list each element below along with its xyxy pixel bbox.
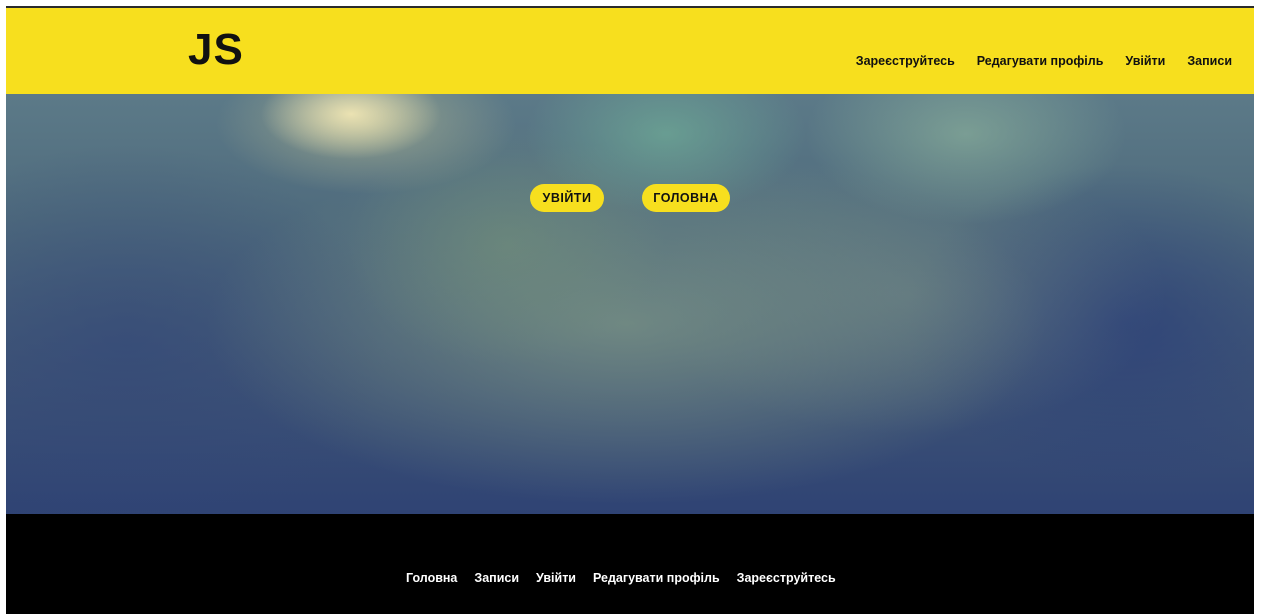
nav-register-link[interactable]: Зареєструйтесь — [856, 54, 955, 68]
footer-register-link[interactable]: Зареєструйтесь — [737, 571, 836, 585]
nav-edit-profile-link[interactable]: Редагувати профіль — [977, 54, 1104, 68]
header-nav: Зареєструйтесь Редагувати профіль Увійти… — [856, 54, 1232, 68]
site-header: JS Зареєструйтесь Редагувати профіль Уві… — [6, 8, 1254, 94]
page-frame: JS Зареєструйтесь Редагувати профіль Уві… — [6, 6, 1254, 614]
footer-posts-link[interactable]: Записи — [474, 571, 519, 585]
nav-posts-link[interactable]: Записи — [1187, 54, 1232, 68]
js-logo[interactable]: JS — [188, 26, 244, 74]
login-button[interactable]: УВІЙТИ — [530, 184, 604, 212]
home-button[interactable]: ГОЛОВНА — [642, 184, 730, 212]
nav-login-link[interactable]: Увійти — [1125, 54, 1165, 68]
footer-login-link[interactable]: Увійти — [536, 571, 576, 585]
footer-edit-profile-link[interactable]: Редагувати профіль — [593, 571, 720, 585]
footer-nav: Головна Записи Увійти Редагувати профіль… — [406, 571, 836, 585]
footer-home-link[interactable]: Головна — [406, 571, 457, 585]
site-footer: Головна Записи Увійти Редагувати профіль… — [6, 514, 1254, 614]
hero-background: УВІЙТИ ГОЛОВНА — [6, 94, 1254, 514]
